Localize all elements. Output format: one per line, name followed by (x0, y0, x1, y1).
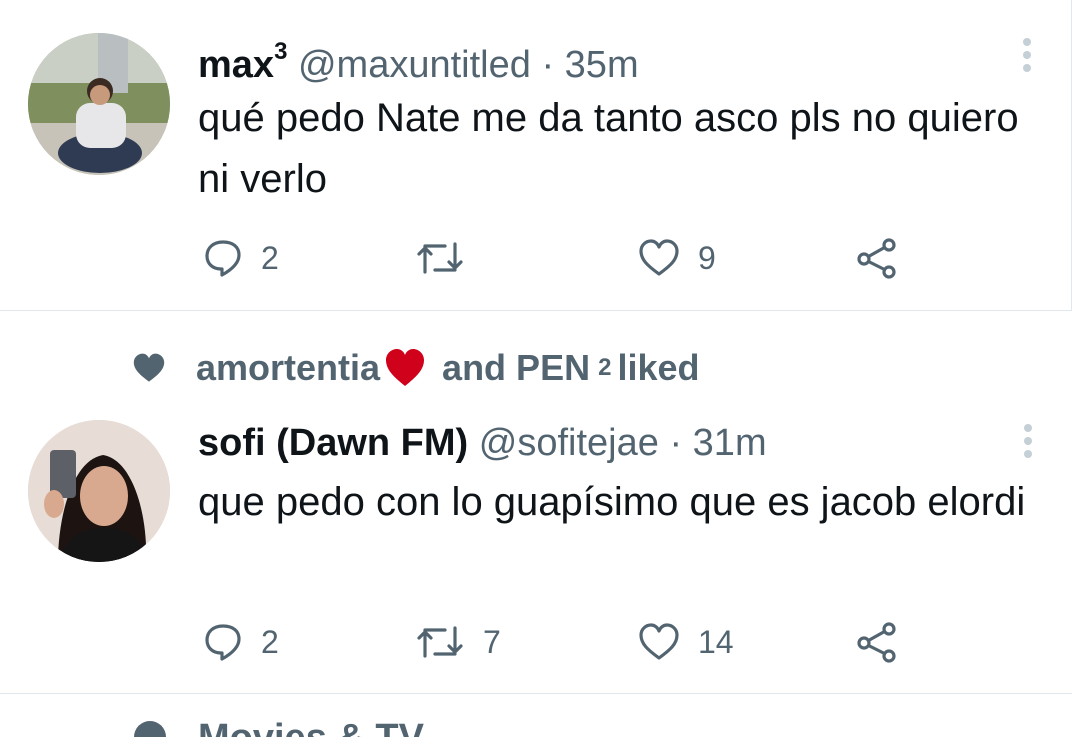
reply-count: 2 (261, 623, 279, 660)
tweet[interactable]: amortentia and PEN 2 liked sofi (Dawn FM… (0, 312, 1072, 694)
social-context: amortentia and PEN 2 liked (132, 346, 699, 390)
tweet[interactable]: max3 @maxuntitled · 35m qué pedo Nate me… (0, 0, 1072, 311)
name-superscript: 3 (274, 38, 288, 65)
reply-button[interactable]: 2 (203, 233, 279, 283)
topic-icon (134, 721, 166, 737)
social-superscript: 2 (598, 354, 612, 381)
tweet-header: sofi (Dawn FM) @sofitejae · 31m (198, 424, 767, 462)
tweet-text: qué pedo Nate me da tanto asco pls no qu… (198, 96, 1019, 201)
share-button[interactable] (856, 617, 898, 667)
retweet-icon (417, 626, 463, 658)
reply-icon (205, 624, 241, 661)
tweet-actions: 2 7 14 (0, 617, 1072, 667)
like-count: 14 (698, 623, 734, 660)
share-icon (857, 238, 896, 279)
handle[interactable]: @sofitejae (479, 422, 659, 464)
social-end: liked (617, 347, 700, 388)
timestamp[interactable]: 35m (565, 44, 639, 86)
handle[interactable]: @maxuntitled (298, 44, 531, 86)
tweet-actions: 2 9 (0, 233, 1072, 283)
tweet-text: que pedo con lo guapísimo que es jacob e… (198, 480, 1026, 524)
like-button[interactable]: 9 (638, 233, 716, 283)
reply-count: 2 (261, 239, 279, 276)
retweet-icon (417, 242, 463, 274)
display-name[interactable]: max3 (198, 40, 287, 86)
liked-heart-icon (133, 353, 165, 382)
like-icon (639, 239, 679, 276)
share-button[interactable] (856, 233, 898, 283)
display-name[interactable]: sofi (Dawn FM) (198, 422, 468, 464)
share-icon (857, 622, 896, 663)
retweet-button[interactable]: 7 (415, 617, 501, 667)
avatar[interactable] (28, 420, 170, 562)
avatar[interactable] (28, 33, 170, 175)
separator: · (541, 44, 555, 86)
like-button[interactable]: 14 (638, 617, 734, 667)
like-icon (639, 623, 679, 660)
retweet-button[interactable] (415, 233, 483, 283)
more-icon[interactable] (1024, 424, 1034, 463)
separator: · (669, 422, 683, 464)
more-icon[interactable] (1023, 38, 1033, 77)
like-count: 9 (698, 239, 716, 276)
tweet-header: max3 @maxuntitled · 35m (198, 40, 639, 86)
red-heart-emoji (386, 349, 425, 386)
retweet-count: 7 (483, 623, 501, 660)
timestamp[interactable]: 31m (693, 422, 767, 464)
social-middle[interactable]: and PEN (442, 347, 590, 389)
reply-button[interactable]: 2 (203, 617, 279, 667)
social-user[interactable]: amortentia (196, 347, 380, 389)
reply-icon (205, 240, 241, 277)
topic-label: Movies & TV (198, 717, 424, 737)
next-timeline-item[interactable]: Movies & TV (0, 695, 1072, 737)
